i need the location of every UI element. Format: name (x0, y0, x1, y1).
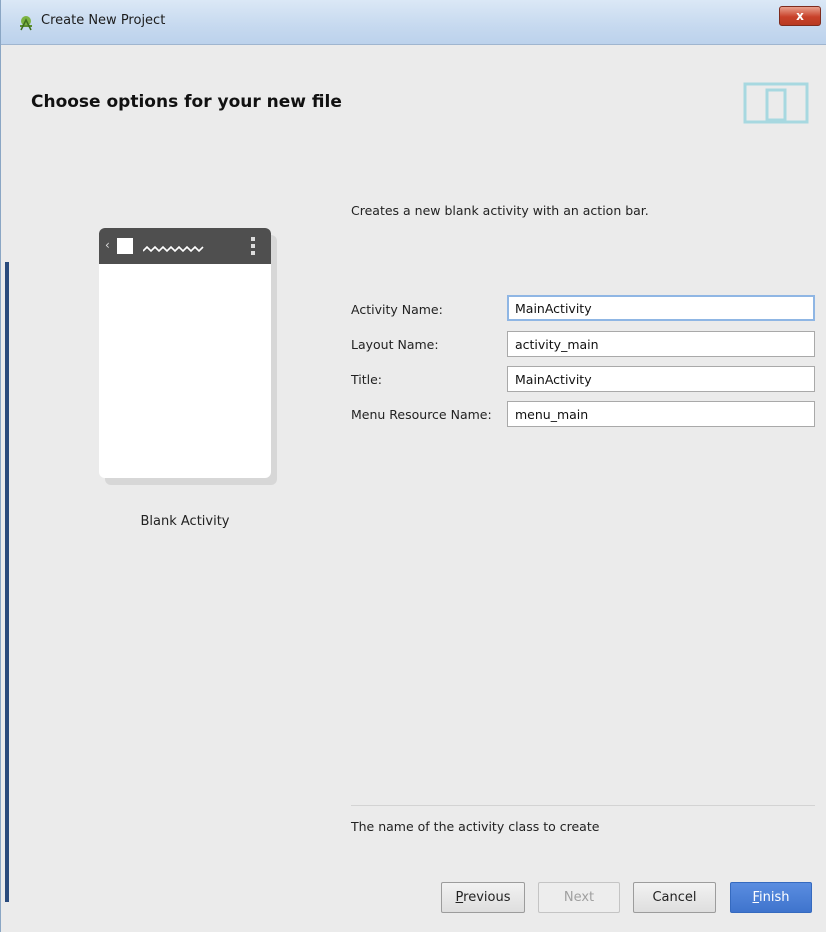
back-chevron-icon: ‹ (105, 238, 110, 252)
finish-button[interactable]: Finish (730, 882, 812, 913)
title-field[interactable] (507, 366, 815, 392)
activity-name-field[interactable] (507, 295, 815, 321)
hint-divider (351, 805, 815, 806)
window-title: Create New Project (41, 13, 166, 28)
close-button[interactable]: x (779, 6, 821, 26)
next-button[interactable]: Next (538, 882, 620, 913)
create-new-project-dialog: Create New Project x Choose options for … (0, 0, 826, 932)
menu-resource-name-field[interactable] (507, 401, 815, 427)
title-squiggle-icon (142, 240, 205, 253)
title-bar[interactable]: Create New Project x (1, 0, 826, 45)
layout-name-field[interactable] (507, 331, 815, 357)
android-studio-icon (17, 14, 35, 32)
field-hint: The name of the activity class to create (351, 819, 600, 834)
cancel-button[interactable]: Cancel (633, 882, 716, 913)
template-description: Creates a new blank activity with an act… (351, 203, 649, 218)
previous-label: revious (463, 890, 511, 905)
template-preview: ‹ (99, 228, 271, 478)
preview-action-bar: ‹ (99, 228, 271, 264)
app-icon-placeholder (117, 238, 133, 254)
finish-label: inish (759, 890, 790, 905)
left-edge-bar (5, 262, 9, 902)
previous-button[interactable]: Previous (441, 882, 525, 913)
activity-name-label: Activity Name: (351, 302, 443, 317)
menu-resource-name-label: Menu Resource Name: (351, 407, 492, 422)
template-name-label: Blank Activity (140, 514, 230, 529)
layout-name-label: Layout Name: (351, 337, 439, 352)
previous-mnemonic: P (455, 890, 464, 905)
device-icon (743, 82, 809, 124)
overflow-menu-icon (251, 236, 255, 256)
title-label: Title: (351, 372, 382, 387)
page-heading: Choose options for your new file (31, 92, 342, 112)
